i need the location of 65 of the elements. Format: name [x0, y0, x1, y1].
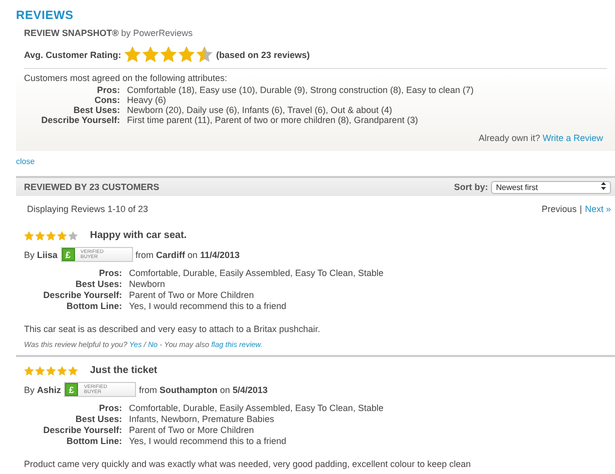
star-icon [142, 46, 160, 63]
rating-label: Avg. Customer Rating: [24, 50, 122, 60]
attribute-value: First time parent (11), Parent of two or more children (8), Grandparent (3) [127, 115, 419, 125]
star-icon [46, 230, 56, 240]
attribute-value: Parent of Two or More Children [129, 425, 255, 436]
star-icon [24, 230, 34, 240]
snapshot-title: REVIEW SNAPSHOT® by PowerReviews [24, 28, 193, 38]
star-icon [24, 366, 34, 376]
attribute-value: Yes, I would recommend this to a friend [129, 301, 288, 312]
star-icon [68, 230, 78, 240]
review-origin: from Cardiff on 11/4/2013 [136, 250, 240, 260]
review-range: Displaying Reviews 1-10 of 23 [27, 204, 148, 216]
attribute-label: Best Uses: [74, 414, 122, 425]
review-text: This car seat is as described and very easy to attach to a Britax pushchair. [24, 324, 322, 334]
attribute-label: Pros: [98, 268, 122, 279]
attribute-label: Describe Yourself: [42, 425, 122, 436]
review-text: Product came very quickly and was exactly what was needed, very good padding, excellent colour to keep clean [24, 459, 472, 469]
attribute-value: Comfortable, Durable, Easily Assembled, Easy To Clean, Stable [129, 268, 384, 279]
attribute-label: Bottom Line: [66, 436, 122, 447]
next-link[interactable]: Next » [584, 204, 611, 228]
attribute-value: Comfortable (18), Easy use (10), Durable (9), Strong construction (8), Easy to clean (7) [127, 85, 475, 95]
previous-label: Previous [542, 204, 577, 216]
review-title: Happy with car seat. [90, 230, 187, 241]
attribute-label: Pros: [96, 85, 120, 95]
star-icon [196, 46, 214, 63]
write-review-link[interactable]: Write a Review [542, 133, 603, 143]
attribute-value: Newborn (20), Daily use (6), Infants (6), Travel (6), Out & about (4) [127, 105, 394, 115]
review-count: (based on 23 reviews) [216, 50, 310, 60]
attribute-label: Pros: [98, 403, 122, 414]
own-prompt: Already own it? [478, 133, 542, 143]
author-label: By Liisa [24, 250, 58, 260]
pager-separator: | [580, 204, 582, 216]
attribute-value: Yes, I would recommend this to a friend [129, 436, 288, 447]
star-icon [57, 366, 67, 376]
star-icon [178, 46, 196, 63]
review-title: Just the ticket [90, 365, 158, 376]
dropdown-arrow-icon [601, 182, 606, 192]
star-icon [35, 366, 45, 376]
sort-dropdown[interactable]: Newest first [491, 180, 611, 194]
star-icon [57, 230, 67, 240]
attribute-label: Cons: [94, 95, 120, 105]
author-label: By Ashiz [24, 384, 62, 394]
attribute-label: Best Uses: [72, 105, 120, 115]
star-icon [46, 366, 56, 376]
attribute-label: Describe Yourself: [42, 290, 122, 301]
attribute-value: Newborn [129, 279, 166, 290]
badge-symbol: £ [65, 383, 78, 396]
attribute-label: Bottom Line: [66, 301, 122, 312]
attribute-value: Comfortable, Durable, Easily Assembled, Easy To Clean, Stable [129, 403, 384, 414]
review-origin: from Southampton on 5/4/2013 [139, 384, 268, 394]
section-heading: REVIEWS [16, 8, 74, 22]
attribute-value: Heavy (6) [127, 95, 168, 105]
attribute-value: Infants, Newborn, Premature Babies [129, 414, 276, 425]
attribute-value: Parent of Two or More Children [129, 290, 255, 301]
badge-symbol: £ [62, 248, 75, 261]
attributes-intro: Customers most agreed on the following attributes: [24, 73, 228, 83]
attribute-label: Best Uses: [74, 279, 122, 290]
attribute-label: Describe Yourself: [40, 115, 120, 125]
close-link[interactable]: close [16, 157, 35, 166]
star-icon [68, 366, 78, 376]
list-title: REVIEWED BY 23 CUSTOMERS [24, 182, 160, 192]
sort-label: Sort by: [454, 182, 488, 192]
star-icon [124, 46, 142, 63]
star-icon [160, 46, 178, 63]
star-icon [35, 230, 45, 240]
